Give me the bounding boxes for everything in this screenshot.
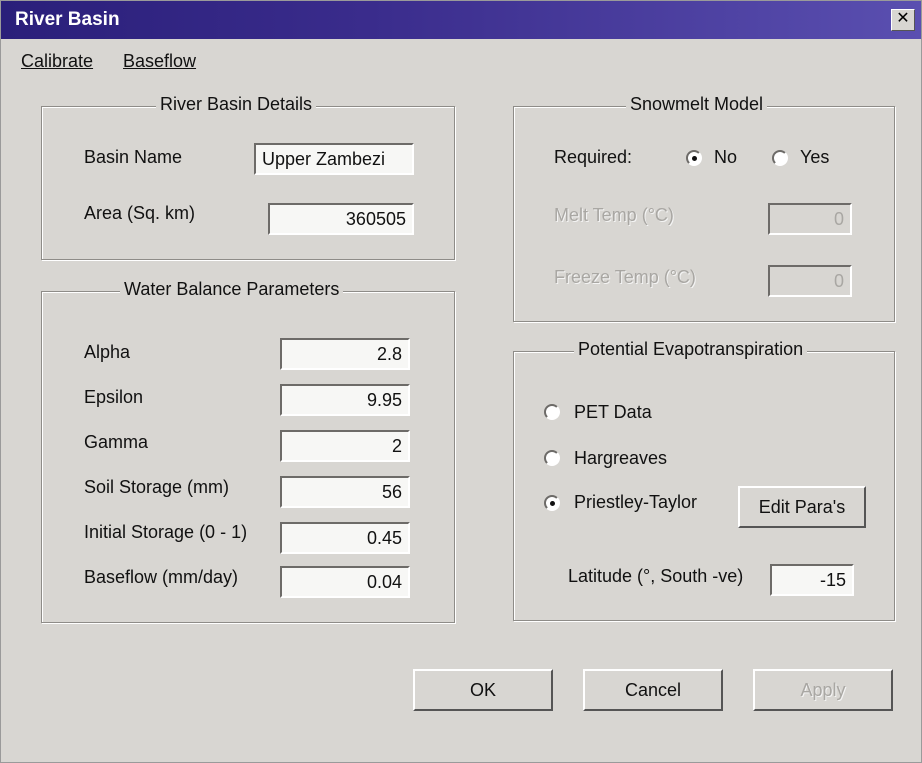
river-basin-details-title: River Basin Details [156, 94, 317, 115]
initial-storage-field[interactable]: 0.45 [280, 522, 410, 554]
title-bar[interactable]: River Basin ✕ [1, 1, 921, 39]
snowmelt-no-label[interactable]: No [714, 147, 737, 168]
snowmelt-no-radio[interactable] [686, 150, 702, 166]
window-title: River Basin [15, 9, 120, 30]
water-balance-group: Water Balance Parameters Alpha 2.8 Epsil… [41, 279, 455, 623]
pet-data-label[interactable]: PET Data [574, 402, 652, 423]
menu-baseflow[interactable]: Baseflow [123, 51, 196, 72]
param-label: Initial Storage (0 - 1) [84, 522, 248, 542]
basin-name-label: Basin Name [84, 147, 183, 167]
ok-button[interactable]: OK [413, 669, 553, 711]
param-label: Gamma [84, 432, 149, 452]
param-label: Epsilon [84, 387, 144, 407]
snowmelt-yes-label[interactable]: Yes [800, 147, 829, 168]
param-label: Baseflow (mm/day) [84, 567, 239, 587]
hargreaves-radio[interactable] [544, 450, 560, 466]
snowmelt-title: Snowmelt Model [626, 94, 768, 115]
menu-bar: Calibrate Baseflow [1, 41, 921, 75]
menu-calibrate[interactable]: Calibrate [21, 51, 93, 72]
priestley-taylor-radio[interactable] [544, 495, 560, 511]
hargreaves-label[interactable]: Hargreaves [574, 448, 667, 469]
snowmelt-yes-radio[interactable] [772, 150, 788, 166]
latitude-field[interactable]: -15 [770, 564, 854, 596]
apply-button[interactable]: Apply [753, 669, 893, 711]
required-label: Required: [554, 147, 633, 167]
freeze-temp-field[interactable]: 0 [768, 265, 852, 297]
param-label: Alpha [84, 342, 131, 362]
pet-group: Potential Evapotranspiration PET Data Ha… [513, 339, 895, 621]
param-label: Soil Storage (mm) [84, 477, 230, 497]
baseflow-field[interactable]: 0.04 [280, 566, 410, 598]
pet-title: Potential Evapotranspiration [574, 339, 808, 360]
cancel-button[interactable]: Cancel [583, 669, 723, 711]
area-label: Area (Sq. km) [84, 203, 196, 223]
river-basin-dialog: River Basin ✕ Calibrate Baseflow River B… [0, 0, 922, 763]
priestley-taylor-label[interactable]: Priestley-Taylor [574, 492, 697, 513]
latitude-label: Latitude (°, South -ve) [568, 566, 744, 586]
edit-paras-button[interactable]: Edit Para's [738, 486, 866, 528]
pet-data-radio[interactable] [544, 404, 560, 420]
snowmelt-group: Snowmelt Model Required: No Yes Melt Tem… [513, 94, 895, 322]
basin-name-field[interactable]: Upper Zambezi [254, 143, 414, 175]
alpha-field[interactable]: 2.8 [280, 338, 410, 370]
freeze-temp-label: Freeze Temp (°C) [554, 267, 696, 287]
melt-temp-field[interactable]: 0 [768, 203, 852, 235]
soil-storage-field[interactable]: 56 [280, 476, 410, 508]
gamma-field[interactable]: 2 [280, 430, 410, 462]
water-balance-title: Water Balance Parameters [120, 279, 344, 300]
epsilon-field[interactable]: 9.95 [280, 384, 410, 416]
river-basin-details-group: River Basin Details Basin Name Upper Zam… [41, 94, 455, 260]
melt-temp-label: Melt Temp (°C) [554, 205, 674, 225]
area-field[interactable]: 360505 [268, 203, 414, 235]
close-icon[interactable]: ✕ [891, 9, 915, 31]
